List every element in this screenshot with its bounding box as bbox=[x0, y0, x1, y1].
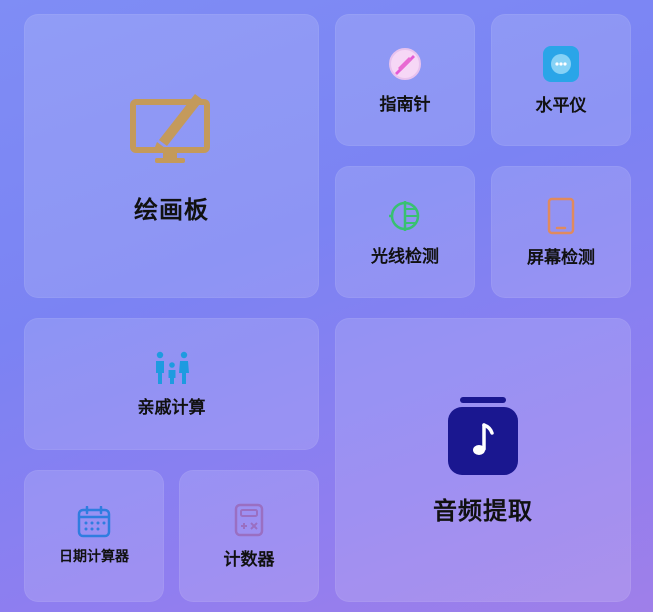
tool-level[interactable]: 水平仪 bbox=[491, 14, 631, 146]
compass-icon bbox=[389, 47, 421, 80]
light-meter-icon bbox=[389, 200, 420, 231]
tool-counter[interactable]: 计数器 bbox=[179, 470, 319, 602]
tool-label: 屏幕检测 bbox=[527, 247, 595, 268]
tool-label: 音频提取 bbox=[433, 496, 533, 525]
tool-label: 光线检测 bbox=[371, 246, 439, 267]
screen-test-icon bbox=[547, 197, 575, 234]
tool-label: 水平仪 bbox=[535, 95, 587, 116]
tool-label: 亲戚计算 bbox=[137, 397, 206, 418]
music-note-icon bbox=[448, 396, 518, 475]
tool-drawing-board[interactable]: 绘画板 bbox=[24, 14, 319, 298]
tool-audio-extract[interactable]: 音频提取 bbox=[335, 318, 631, 602]
level-icon bbox=[543, 45, 579, 82]
tool-compass[interactable]: 指南针 bbox=[335, 14, 475, 146]
tool-date-calc[interactable]: 日期计算器 bbox=[24, 470, 164, 602]
tool-light-meter[interactable]: 光线检测 bbox=[335, 166, 475, 298]
tool-screen-test[interactable]: 屏幕检测 bbox=[491, 166, 631, 298]
tool-label: 绘画板 bbox=[134, 195, 209, 224]
drawing-board-icon bbox=[129, 93, 210, 163]
tool-label: 指南针 bbox=[379, 94, 431, 115]
tool-label: 日期计算器 bbox=[59, 549, 129, 565]
family-icon bbox=[155, 351, 189, 384]
tool-label: 计数器 bbox=[223, 549, 275, 570]
calculator-icon bbox=[234, 503, 264, 536]
calendar-icon bbox=[77, 506, 111, 538]
tool-relative-calc[interactable]: 亲戚计算 bbox=[24, 318, 319, 450]
